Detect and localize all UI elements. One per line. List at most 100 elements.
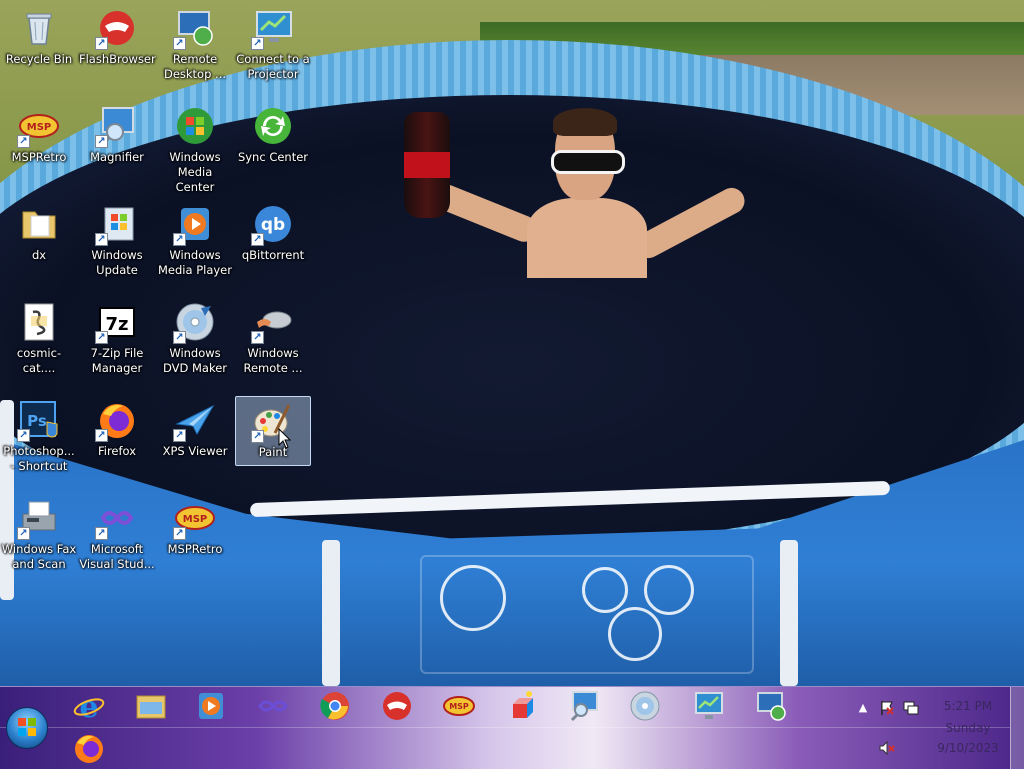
dvd-maker-icon: [630, 691, 660, 721]
desktop-icon-dx-folder[interactable]: dx: [1, 200, 77, 270]
clock-date[interactable]: 9/10/2023: [928, 741, 1008, 755]
clock-time[interactable]: 5:21 PM: [928, 699, 1008, 713]
taskbar-file-explorer[interactable]: [128, 687, 174, 725]
shortcut-arrow-icon: ↗: [17, 527, 30, 540]
desktop-icon-photoshop[interactable]: Ps ↗ Photoshop... - Shortcut: [1, 396, 77, 473]
desktop-icon-recycle-bin[interactable]: Recycle Bin: [1, 4, 77, 74]
qbittorrent-icon: qb ↗: [251, 204, 293, 246]
desktop-icon-media-player[interactable]: ↗ Windows Media Player: [157, 200, 233, 277]
chrome-icon: [320, 692, 349, 720]
desktop-icon-sync-center[interactable]: Sync Center: [235, 102, 311, 172]
recycle-bin-icon: [19, 8, 59, 48]
taskbar-firefox[interactable]: [66, 729, 112, 767]
desktop-icon-media-center[interactable]: Windows Media Center: [157, 102, 233, 194]
desktop-icon-dvd-maker[interactable]: ↗ Windows DVD Maker: [157, 298, 233, 375]
desktop-icon-label: Remote Desktop ...: [163, 52, 227, 81]
taskbar-internet-explorer[interactable]: e: [66, 687, 112, 725]
taskbar-chrome[interactable]: [312, 687, 358, 725]
visual-studio-icon: ↗: [95, 498, 137, 540]
mspretro-icon: MSP ↗: [17, 106, 59, 148]
desktop-icon-label: Magnifier: [90, 150, 144, 164]
media-player-icon: ↗: [173, 204, 215, 246]
show-hidden-icons-arrow[interactable]: ▲: [854, 701, 872, 719]
desktop-icon-mspretro[interactable]: MSP ↗ MSPRetro: [1, 102, 77, 172]
taskbar-visual-studio[interactable]: [250, 687, 296, 725]
desktop-icon-label: Photoshop... - Shortcut: [3, 444, 75, 473]
shortcut-arrow-icon: ↗: [95, 429, 108, 442]
show-desktop-button[interactable]: [1010, 687, 1024, 769]
desktop-icon-flashbrowser[interactable]: ↗ FlashBrowser: [79, 4, 156, 74]
svg-text:qb: qb: [261, 215, 285, 235]
file-explorer-icon: [136, 695, 166, 719]
desktop-icon-cosmic-cat[interactable]: cosmic-cat....: [1, 298, 77, 375]
clock-day[interactable]: Sunday: [928, 721, 1008, 735]
desktop-icon-label: FlashBrowser: [79, 52, 156, 66]
desktop-icon-connect-projector[interactable]: ↗ Connect to a Projector: [235, 4, 311, 81]
mspretro-icon: MSP: [443, 696, 475, 716]
desktop-icon-qbittorrent[interactable]: qb ↗ qBittorrent: [235, 200, 311, 270]
shortcut-arrow-icon: ↗: [173, 429, 186, 442]
desktop-icon-label: Paint: [258, 445, 288, 459]
shortcut-arrow-icon: ↗: [17, 429, 30, 442]
desktop-icon-label: qBittorrent: [241, 248, 305, 262]
taskbar-connect-projector[interactable]: [686, 687, 732, 725]
no-diving-sign-icon: [440, 565, 506, 631]
wallpaper-pool-post: [322, 540, 340, 686]
svg-text:MSP: MSP: [449, 702, 469, 711]
desktop-icon-fax-scan[interactable]: ↗ Windows Fax and Scan: [1, 494, 77, 571]
firefox-icon: ↗: [95, 400, 137, 442]
action-center-flag-icon[interactable]: [878, 699, 896, 717]
wallpaper-cola-bottle: [404, 112, 450, 218]
projector-icon: ↗: [251, 8, 293, 50]
taskbar-flashbrowser[interactable]: [374, 687, 420, 725]
desktop-icon-label: Recycle Bin: [5, 52, 73, 66]
svg-text:7z: 7z: [105, 314, 128, 335]
shortcut-arrow-icon: ↗: [95, 135, 108, 148]
svg-text:MSP: MSP: [27, 122, 51, 133]
folder-icon: [19, 204, 59, 244]
shortcut-arrow-icon: ↗: [95, 527, 108, 540]
desktop-icon-mspretro-2[interactable]: MSP ↗ MSPRetro: [157, 494, 233, 564]
desktop-icon-firefox[interactable]: ↗ Firefox: [79, 396, 155, 466]
windows-logo-icon: [18, 718, 36, 736]
shortcut-arrow-icon: ↗: [17, 135, 30, 148]
desktop-icon-windows-update[interactable]: ↗ Windows Update: [79, 200, 155, 277]
wallpaper-pool-post: [780, 540, 798, 686]
media-player-icon: [199, 693, 223, 719]
taskbar-dvd-maker[interactable]: [622, 687, 668, 725]
magnifier-icon: [570, 691, 598, 722]
desktop-icon-label: Windows Update: [91, 248, 143, 277]
magnifier-icon: ↗: [95, 106, 137, 148]
desktop-icon-xps-viewer[interactable]: ↗ XPS Viewer: [157, 396, 233, 466]
network-icon[interactable]: [902, 699, 920, 717]
start-button[interactable]: [6, 707, 48, 749]
dvd-maker-icon: ↗: [173, 302, 215, 344]
desktop-icon-label: MSPRetro: [167, 542, 223, 556]
taskbar-paint-3d[interactable]: [498, 687, 544, 725]
desktop-icon-label: Firefox: [97, 444, 137, 458]
shortcut-arrow-icon: ↗: [173, 37, 186, 50]
desktop-icon-paint[interactable]: ↗ Paint: [235, 396, 311, 466]
mouse-cursor-icon: [278, 428, 292, 449]
taskbar-mspretro[interactable]: MSP: [436, 687, 482, 725]
taskbar-remote-desktop[interactable]: [748, 687, 794, 725]
desktop-icon-magnifier[interactable]: ↗ Magnifier: [79, 102, 155, 172]
desktop-icon-windows-remote[interactable]: ↗ Windows Remote ...: [235, 298, 311, 375]
desktop-icon-7zip[interactable]: 7z ↗ 7-Zip File Manager: [79, 298, 155, 375]
taskbar-media-player[interactable]: [188, 687, 234, 725]
shortcut-arrow-icon: ↗: [251, 430, 264, 443]
shortcut-arrow-icon: ↗: [95, 37, 108, 50]
sync-center-icon: [253, 106, 293, 146]
7zip-icon: 7z ↗: [95, 302, 137, 344]
desktop-icon-label: cosmic-cat....: [16, 346, 62, 375]
visual-studio-icon: [258, 700, 288, 712]
svg-text:Ps: Ps: [27, 412, 47, 430]
volume-muted-icon[interactable]: [878, 739, 896, 757]
taskbar-magnifier[interactable]: [560, 687, 606, 725]
shortcut-arrow-icon: ↗: [95, 331, 108, 344]
remote-desktop-icon: ↗: [173, 8, 215, 50]
desktop-icon-remote-desktop[interactable]: ↗ Remote Desktop ...: [157, 4, 233, 81]
firefox-icon: [75, 735, 103, 763]
projector-icon: [695, 692, 723, 719]
desktop-icon-visual-studio[interactable]: ↗ Microsoft Visual Stud...: [79, 494, 155, 571]
